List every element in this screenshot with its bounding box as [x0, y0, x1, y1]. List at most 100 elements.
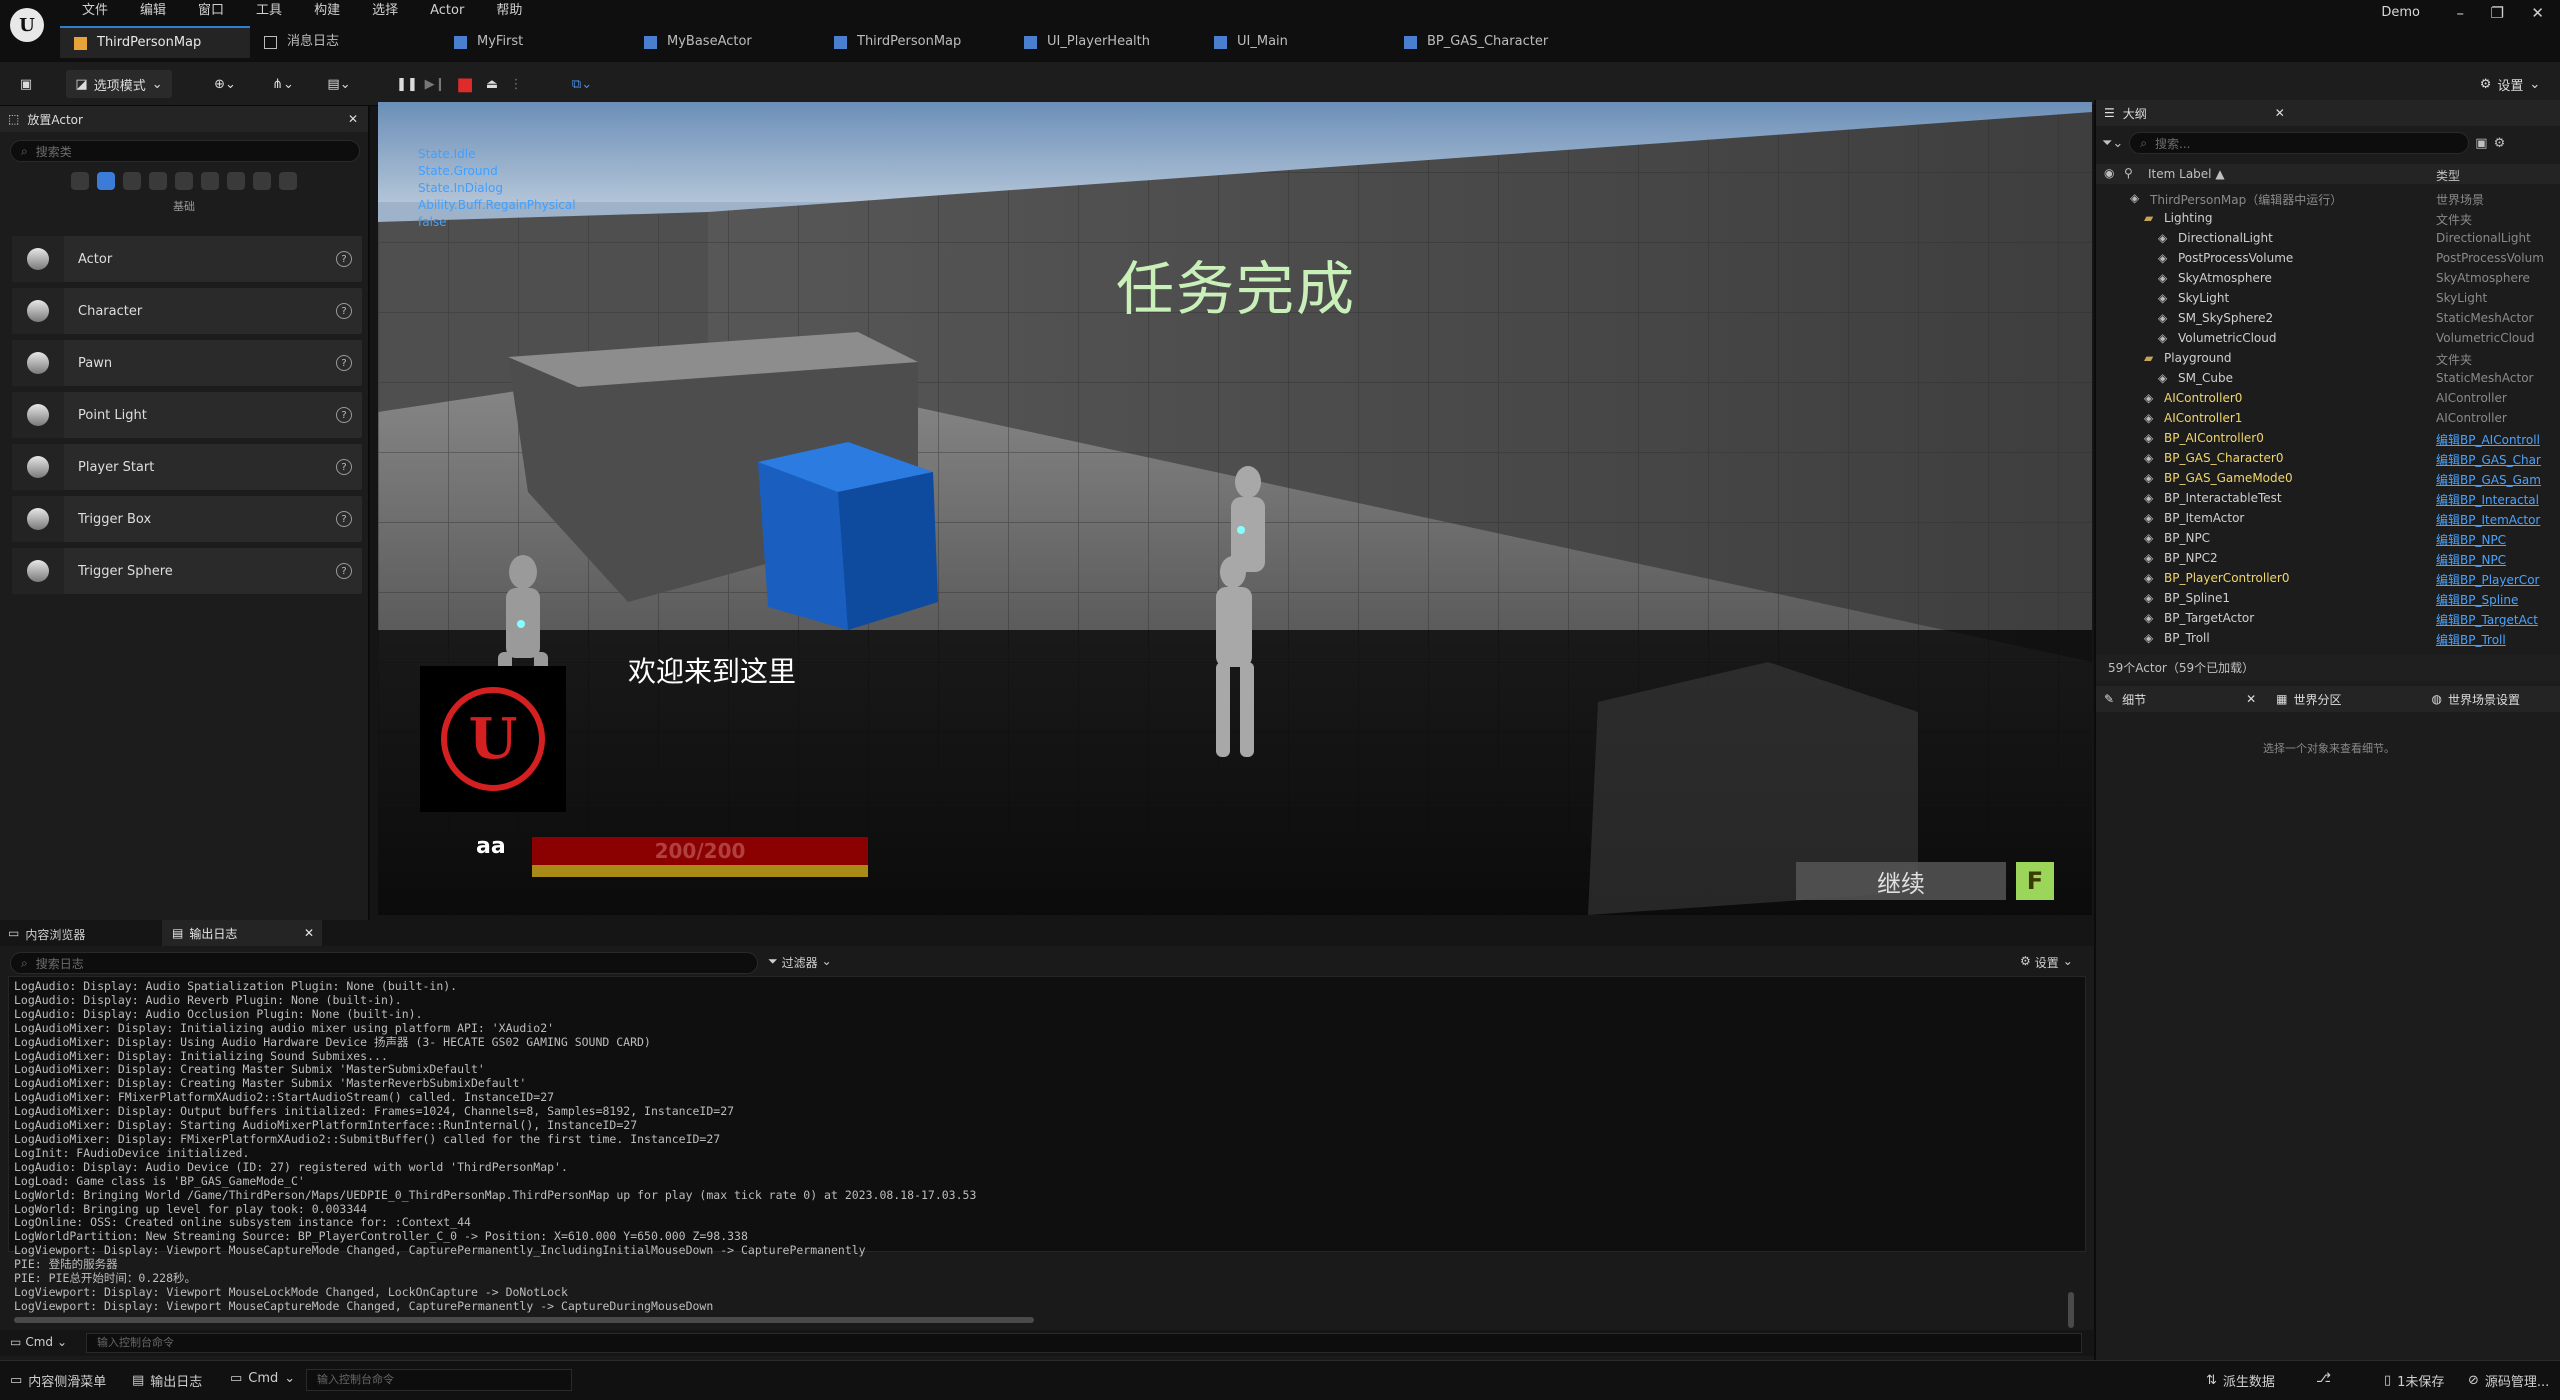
- outliner-row-type[interactable]: 编辑BP_NPC: [2436, 551, 2556, 568]
- user-name[interactable]: Demo: [2381, 5, 2420, 20]
- help-icon[interactable]: ?: [336, 303, 352, 319]
- outliner-tab[interactable]: ☰ 大纲 ✕: [2096, 100, 2560, 126]
- document-tab-2[interactable]: MyFirst: [440, 26, 630, 58]
- basic-icon[interactable]: [97, 172, 115, 190]
- close-tab-icon[interactable]: ✕: [348, 112, 358, 126]
- outliner-row[interactable]: ◈ DirectionalLight DirectionalLight: [2096, 228, 2560, 248]
- pause-icon[interactable]: ❚❚: [396, 70, 418, 98]
- all-classes-icon[interactable]: [253, 172, 271, 190]
- actor-item-player-start[interactable]: Player Start?: [12, 444, 362, 490]
- filters-button[interactable]: ⏷ 过滤器 ⌄: [768, 954, 832, 971]
- continue-button[interactable]: 继续: [1796, 862, 2006, 900]
- outliner-row-type[interactable]: 编辑BP_Interactal: [2436, 491, 2556, 508]
- document-tab-7[interactable]: BP_GAS_Character: [1390, 26, 1580, 58]
- source-control-button[interactable]: ⊘ 源码管理...: [2468, 1371, 2549, 1390]
- visual-effects-icon[interactable]: [201, 172, 219, 190]
- actor-item-point-light[interactable]: Point Light?: [12, 392, 362, 438]
- output-log-tab[interactable]: ▤ 输出日志 ✕: [162, 920, 322, 946]
- log-search-input[interactable]: ⌕ 搜索日志: [10, 952, 758, 974]
- derived-data-button[interactable]: ⇅ 派生数据: [2206, 1371, 2275, 1390]
- close-tab-icon[interactable]: ✕: [2275, 106, 2285, 120]
- outliner-row[interactable]: ◈ BP_InteractableTest 编辑BP_Interactal: [2096, 488, 2560, 508]
- blueprint-icon[interactable]: ⋔⌄: [262, 70, 304, 98]
- outliner-row-type[interactable]: 编辑BP_PlayerCor: [2436, 571, 2556, 588]
- outliner-row[interactable]: ◈ AIController1 AIController: [2096, 408, 2560, 428]
- outliner-row[interactable]: ◈ BP_NPC2 编辑BP_NPC: [2096, 548, 2560, 568]
- help-icon[interactable]: ?: [336, 563, 352, 579]
- actor-search-input[interactable]: ⌕ 搜索类: [10, 140, 360, 162]
- help-icon[interactable]: ?: [336, 459, 352, 475]
- world-settings-tab[interactable]: 世界场景设置: [2448, 691, 2520, 708]
- log-settings-button[interactable]: ⚙ 设置 ⌄: [2020, 954, 2073, 971]
- add-actor-icon[interactable]: ⊕⌄: [204, 70, 246, 98]
- help-icon[interactable]: ?: [336, 251, 352, 267]
- pin-icon[interactable]: ⚲: [2124, 166, 2133, 180]
- mode-selector[interactable]: ◪ 选项模式 ⌄: [66, 70, 172, 98]
- outliner-row[interactable]: ◈ ThirdPersonMap（编辑器中运行） 世界场景: [2096, 188, 2560, 208]
- item-label-header[interactable]: Item Label ▲: [2148, 167, 2225, 181]
- eject-icon[interactable]: ⏏: [480, 70, 504, 98]
- unsaved-button[interactable]: ▯ 1未保存: [2384, 1371, 2444, 1390]
- menu-item-1[interactable]: 编辑: [124, 0, 182, 22]
- close-tab-icon[interactable]: ✕: [2246, 692, 2256, 706]
- horizontal-scrollbar[interactable]: [14, 1317, 1034, 1323]
- place-actor-tab[interactable]: ⬚ 放置Actor ✕: [0, 106, 368, 132]
- level-viewport[interactable]: State.Idle State.Ground State.InDialog Abil…: [378, 102, 2092, 915]
- document-tab-3[interactable]: MyBaseActor: [630, 26, 820, 58]
- outliner-row[interactable]: ◈ BP_ItemActor 编辑BP_ItemActor: [2096, 508, 2560, 528]
- outliner-row-type[interactable]: 编辑BP_Spline: [2436, 591, 2556, 608]
- shapes-icon[interactable]: [149, 172, 167, 190]
- status-cmd-selector[interactable]: ▭ Cmd ⌄: [230, 1371, 295, 1386]
- menu-item-5[interactable]: 选择: [356, 0, 414, 22]
- actor-item-trigger-sphere[interactable]: Trigger Sphere?: [12, 548, 362, 594]
- outliner-row-type[interactable]: 编辑BP_ItemActor: [2436, 511, 2556, 528]
- outliner-row[interactable]: ◈ BP_NPC 编辑BP_NPC: [2096, 528, 2560, 548]
- save-icon[interactable]: ▣: [10, 70, 42, 98]
- document-tab-1[interactable]: 消息日志: [250, 26, 440, 58]
- document-tab-6[interactable]: UI_Main: [1200, 26, 1390, 58]
- outliner-row[interactable]: ◈ SkyAtmosphere SkyAtmosphere: [2096, 268, 2560, 288]
- output-log-button[interactable]: ▤ 输出日志: [132, 1371, 202, 1390]
- details-tab[interactable]: 细节: [2122, 691, 2146, 708]
- maximize-icon[interactable]: ❐: [2491, 4, 2504, 22]
- recent-icon[interactable]: [71, 172, 89, 190]
- filter-icon[interactable]: ⏷⌄: [2102, 136, 2123, 151]
- content-browser-tab[interactable]: ▭ 内容浏览器: [8, 926, 85, 943]
- outliner-row[interactable]: ◈ BP_GAS_GameMode0 编辑BP_GAS_Gam: [2096, 468, 2560, 488]
- geometry-icon[interactable]: [279, 172, 297, 190]
- outliner-row-type[interactable]: 编辑BP_NPC: [2436, 531, 2556, 548]
- close-icon[interactable]: ✕: [2531, 4, 2544, 22]
- outliner-row[interactable]: ◈ SkyLight SkyLight: [2096, 288, 2560, 308]
- menu-item-4[interactable]: 构建: [298, 0, 356, 22]
- outliner-row[interactable]: ◈ VolumetricCloud VolumetricCloud: [2096, 328, 2560, 348]
- actor-item-character[interactable]: Character?: [12, 288, 362, 334]
- settings-button[interactable]: ⚙ 设置 ⌄: [2470, 70, 2550, 98]
- outliner-row[interactable]: ◈ BP_TargetActor 编辑BP_TargetAct: [2096, 608, 2560, 628]
- visibility-icon[interactable]: ◉: [2104, 166, 2114, 180]
- document-tab-0[interactable]: ThirdPersonMap: [60, 26, 250, 58]
- gear-icon[interactable]: ⚙: [2494, 136, 2506, 151]
- cinematics-icon[interactable]: ▤⌄: [318, 70, 360, 98]
- actor-item-pawn[interactable]: Pawn?: [12, 340, 362, 386]
- world-partition-tab[interactable]: 世界分区: [2293, 691, 2341, 708]
- outliner-row[interactable]: ◈ BP_GAS_Character0 编辑BP_GAS_Char: [2096, 448, 2560, 468]
- actor-item-actor[interactable]: Actor?: [12, 236, 362, 282]
- help-icon[interactable]: ?: [336, 407, 352, 423]
- outliner-row-type[interactable]: 编辑BP_GAS_Gam: [2436, 471, 2556, 488]
- document-tab-5[interactable]: UI_PlayerHealth: [1010, 26, 1200, 58]
- help-icon[interactable]: ?: [336, 511, 352, 527]
- unreal-logo-icon[interactable]: U: [10, 8, 44, 42]
- menu-item-6[interactable]: Actor: [414, 0, 480, 22]
- add-folder-icon[interactable]: ▣: [2475, 136, 2487, 151]
- menu-item-3[interactable]: 工具: [240, 0, 298, 22]
- content-drawer-button[interactable]: ▭ 内容侧滑菜单: [10, 1371, 106, 1390]
- cinematic-icon[interactable]: [175, 172, 193, 190]
- cmd-selector[interactable]: ▭ Cmd ⌄: [10, 1335, 67, 1349]
- step-icon[interactable]: ▶❙: [424, 70, 446, 98]
- outliner-row[interactable]: ◈ PostProcessVolume PostProcessVolum: [2096, 248, 2560, 268]
- type-header[interactable]: 类型: [2436, 167, 2460, 184]
- outliner-row-type[interactable]: 编辑BP_Troll: [2436, 631, 2556, 648]
- close-tab-icon[interactable]: ✕: [304, 926, 314, 940]
- outliner-row[interactable]: ◈ BP_Troll 编辑BP_Troll: [2096, 628, 2560, 648]
- outliner-row[interactable]: ◈ BP_Spline1 编辑BP_Spline: [2096, 588, 2560, 608]
